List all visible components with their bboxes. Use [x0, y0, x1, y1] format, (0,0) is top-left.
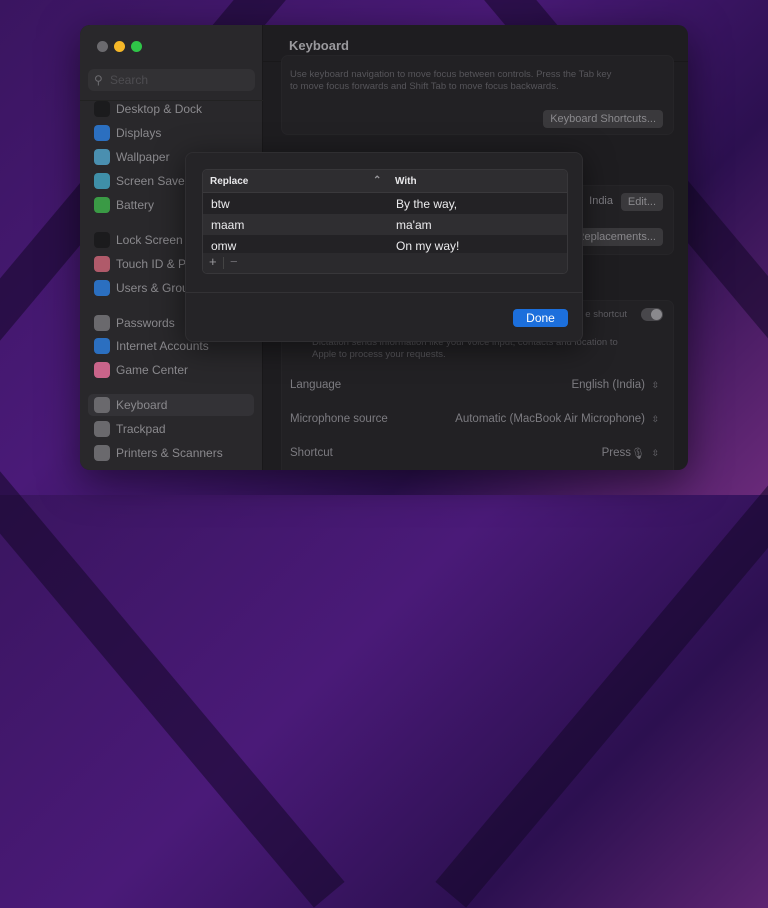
sidebar-item-printers-scanners[interactable]: Printers & Scanners: [88, 442, 254, 464]
shortcut-toggle-label: e shortcut: [585, 309, 627, 320]
window-controls: [97, 41, 142, 52]
zoom-button[interactable]: [131, 41, 142, 52]
displays-icon: [94, 125, 110, 141]
sidebar-item-label: Screen Saver: [116, 174, 189, 188]
sidebar-item-label: Game Center: [116, 363, 189, 377]
sidebar-item-label: Displays: [116, 126, 162, 140]
search-placeholder: Search: [110, 73, 149, 87]
column-with[interactable]: With: [395, 176, 417, 187]
keyboard-shortcuts-button[interactable]: Keyboard Shortcuts...: [543, 110, 663, 128]
remove-button[interactable]: −: [230, 254, 238, 269]
chevron-updown-icon[interactable]: ⇳: [651, 380, 659, 391]
sidebar-item-desktop-dock[interactable]: Desktop & Dock: [88, 98, 254, 120]
sidebar-item-trackpad[interactable]: Trackpad: [88, 418, 254, 440]
sidebar-item-keyboard[interactable]: Keyboard: [88, 394, 254, 416]
nav-desc-line: Use keyboard navigation to move focus be…: [290, 69, 612, 80]
with-cell: ma'am: [396, 218, 432, 232]
chevron-updown-icon[interactable]: ⇳: [651, 414, 659, 425]
close-button[interactable]: [97, 41, 108, 52]
shortcut-label: Shortcut: [290, 447, 333, 459]
table-footer: + −: [203, 253, 567, 273]
keyboard-icon: [94, 397, 110, 413]
nav-desc-line: to move focus forwards and Shift Tab to …: [290, 81, 559, 92]
dictation-toggle[interactable]: [641, 308, 663, 321]
sidebar-item-label: Keyboard: [116, 398, 168, 412]
mic-label: Microphone source: [290, 413, 388, 425]
at-icon: [94, 338, 110, 354]
replacements-table: Replace ⌃ With btw By the way, maam ma'am …: [202, 169, 568, 274]
keyboard-navigation-card: Use keyboard navigation to move focus be…: [281, 55, 674, 135]
language-label: Language: [290, 379, 342, 391]
column-replace[interactable]: Replace: [210, 176, 248, 187]
sidebar-item-label: Printers & Scanners: [116, 446, 223, 460]
minimize-button[interactable]: [114, 41, 125, 52]
sidebar-item-label: Trackpad: [116, 422, 166, 436]
search-input[interactable]: ⚲ Search: [88, 69, 255, 91]
replace-cell: maam: [211, 218, 245, 232]
text-replacements-sheet: Replace ⌃ With btw By the way, maam ma'am …: [185, 152, 583, 342]
replace-cell: btw: [211, 197, 230, 211]
desktop-dock-icon: [94, 101, 110, 117]
edit-button[interactable]: Edit...: [620, 193, 663, 211]
users-icon: [94, 280, 110, 296]
sidebar-item-displays[interactable]: Displays: [88, 122, 254, 144]
sidebar-item-game-center[interactable]: Game Center: [88, 359, 254, 381]
trackpad-icon: [94, 421, 110, 437]
shortcut-select[interactable]: Press: [602, 447, 631, 459]
language-select[interactable]: English (India): [571, 379, 645, 391]
fingerprint-icon: [94, 256, 110, 272]
wallpaper-icon: [94, 149, 110, 165]
with-cell: By the way,: [396, 197, 458, 211]
mic-select[interactable]: Automatic (MacBook Air Microphone): [455, 413, 645, 425]
sidebar-item-label: Passwords: [116, 316, 175, 330]
sort-ascending-icon[interactable]: ⌃: [373, 175, 381, 186]
table-row[interactable]: maam ma'am: [203, 214, 567, 235]
sidebar-item-label: Lock Screen: [116, 233, 183, 247]
search-icon: ⚲: [94, 73, 103, 87]
game-center-icon: [94, 362, 110, 378]
divider: [223, 257, 224, 269]
printer-icon: [94, 445, 110, 461]
table-header: Replace ⌃ With: [203, 170, 567, 193]
add-button[interactable]: +: [209, 254, 217, 269]
screen-saver-icon: [94, 173, 110, 189]
divider: [186, 292, 582, 293]
microphone-icon: 🎙: [631, 448, 645, 460]
with-cell: On my way!: [396, 239, 460, 253]
key-icon: [94, 315, 110, 331]
done-button[interactable]: Done: [513, 309, 568, 327]
sidebar-item-label: Wallpaper: [116, 150, 170, 164]
nav-description: Use keyboard navigation to move focus be…: [290, 69, 611, 93]
sidebar-item-label: Battery: [116, 198, 155, 212]
page-title: Keyboard: [289, 38, 349, 53]
sidebar-item-label: Desktop & Dock: [116, 102, 203, 116]
input-source-value: India: [589, 195, 613, 207]
dictation-desc-line: Apple to process your requests.: [312, 349, 446, 360]
chevron-updown-icon[interactable]: ⇳: [651, 448, 659, 459]
replace-cell: omw: [211, 239, 237, 253]
lock-icon: [94, 232, 110, 248]
battery-icon: [94, 197, 110, 213]
table-row[interactable]: btw By the way,: [203, 193, 567, 214]
